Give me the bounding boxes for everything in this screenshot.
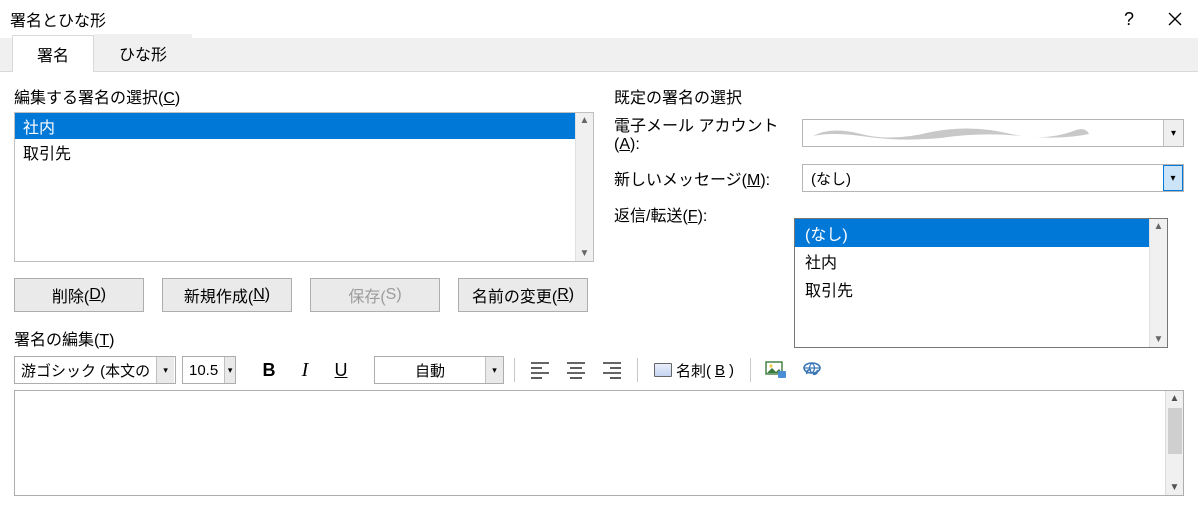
business-card-icon (654, 363, 672, 377)
align-right-icon (599, 358, 625, 382)
scroll-thumb[interactable] (1168, 408, 1182, 454)
separator (514, 358, 515, 382)
chevron-down-icon: ▾ (1163, 165, 1183, 191)
separator (637, 358, 638, 382)
business-card-button[interactable]: 名刺(B) (648, 356, 740, 384)
scroll-down-icon: ▼ (580, 246, 590, 261)
close-icon (1168, 12, 1182, 26)
save-button: 保存(S) (310, 278, 440, 312)
email-account-combo[interactable]: ▾ (802, 119, 1184, 147)
font-size-combo[interactable]: 10.5 ▾ (182, 356, 236, 384)
tab-stationery[interactable]: ひな形 (94, 34, 192, 71)
separator (750, 358, 751, 382)
tab-signatures[interactable]: 署名 (12, 35, 94, 72)
window-title: 署名とひな形 (10, 7, 106, 31)
link-icon (801, 361, 823, 379)
font-color-combo[interactable]: 自動 ▾ (374, 356, 504, 384)
scroll-down-icon: ▼ (1170, 480, 1180, 495)
chevron-down-icon: ▾ (156, 357, 174, 383)
insert-link-button[interactable] (797, 356, 827, 384)
default-signature-label: 既定の署名の選択 (614, 84, 1184, 108)
close-button[interactable] (1152, 3, 1198, 35)
font-combo[interactable]: 游ゴシック (本文の ▾ (14, 356, 176, 384)
align-right-button[interactable] (597, 356, 627, 384)
title-bar: 署名とひな形 ? (0, 0, 1198, 38)
scrollbar[interactable]: ▲ ▼ (1149, 219, 1167, 347)
list-item[interactable]: 取引先 (15, 139, 575, 165)
dropdown-item[interactable]: (なし) (795, 219, 1149, 247)
editor-toolbar: 游ゴシック (本文の ▾ 10.5 ▾ B I U 自動 ▾ (14, 356, 1184, 384)
bold-button[interactable]: B (254, 356, 284, 384)
chevron-down-icon: ▾ (485, 357, 503, 383)
chevron-down-icon: ▾ (224, 357, 235, 383)
new-message-combo[interactable]: (なし) ▾ (802, 164, 1184, 192)
align-left-icon (527, 358, 553, 382)
scrollbar[interactable]: ▲ ▼ (575, 113, 593, 261)
scroll-up-icon: ▲ (1154, 219, 1164, 234)
align-center-icon (563, 358, 589, 382)
scrollbar[interactable]: ▲ ▼ (1165, 391, 1183, 495)
new-message-dropdown[interactable]: (なし) 社内 取引先 ▲ ▼ (794, 218, 1168, 348)
help-button[interactable]: ? (1106, 3, 1152, 35)
image-icon (765, 361, 787, 379)
new-message-label: 新しいメッセージ(M): (614, 166, 794, 190)
scroll-up-icon: ▲ (1170, 391, 1180, 406)
italic-button[interactable]: I (290, 356, 320, 384)
tab-bar: 署名 ひな形 (0, 38, 1198, 72)
list-item[interactable]: 社内 (15, 113, 575, 139)
dropdown-item[interactable]: 取引先 (795, 275, 1149, 303)
scroll-up-icon: ▲ (580, 113, 590, 128)
select-signature-label: 編集する署名の選択(C) (14, 84, 594, 108)
align-left-button[interactable] (525, 356, 555, 384)
align-center-button[interactable] (561, 356, 591, 384)
rename-button[interactable]: 名前の変更(R) (458, 278, 588, 312)
redacted-value (811, 124, 1091, 142)
chevron-down-icon: ▾ (1163, 120, 1183, 146)
scroll-down-icon: ▼ (1154, 332, 1164, 347)
new-button[interactable]: 新規作成(N) (162, 278, 292, 312)
email-account-label: 電子メール アカウント(A): (614, 112, 794, 154)
insert-image-button[interactable] (761, 356, 791, 384)
delete-button[interactable]: 削除(D) (14, 278, 144, 312)
underline-button[interactable]: U (326, 356, 356, 384)
signature-editor[interactable]: ▲ ▼ (14, 390, 1184, 496)
dropdown-item[interactable]: 社内 (795, 247, 1149, 275)
reply-forward-label: 返信/転送(F): (614, 202, 794, 226)
signature-listbox[interactable]: 社内 取引先 ▲ ▼ (14, 112, 594, 262)
